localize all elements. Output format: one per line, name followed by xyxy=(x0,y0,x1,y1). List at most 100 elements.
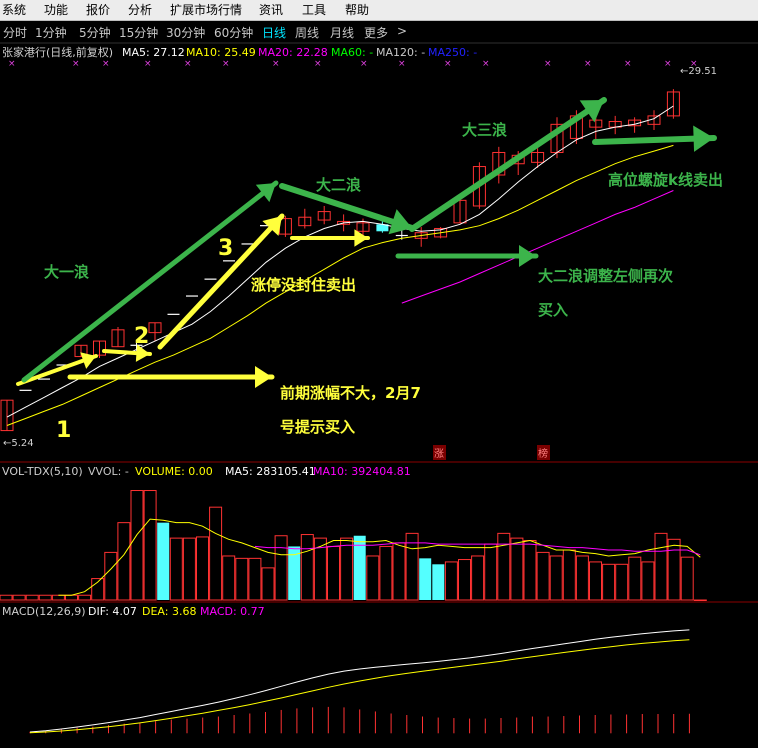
macd-label-2: MACD: 0.77 xyxy=(200,605,265,618)
macd-panel-title: MACD(12,26,9) xyxy=(2,605,86,618)
menu-item-4[interactable]: 扩展市场行情 xyxy=(170,1,242,18)
signal-marker-icon: × xyxy=(8,59,16,69)
period-tab-1[interactable]: 1分钟 xyxy=(35,24,67,41)
menu-item-7[interactable]: 帮助 xyxy=(345,1,369,18)
volume-bar xyxy=(641,561,655,601)
signal-marker-icon: × xyxy=(398,59,406,69)
signal-marker-icon: × xyxy=(272,59,280,69)
volume-bar xyxy=(38,594,52,601)
period-tab-7[interactable]: 周线 xyxy=(295,24,319,41)
volume-bar xyxy=(615,563,629,601)
ma-label-2: MA20: 22.28 xyxy=(258,46,328,59)
volume-bar xyxy=(209,506,223,601)
candle xyxy=(148,322,162,342)
tag-badge-label: 涨 xyxy=(434,448,444,460)
volume-layer xyxy=(0,490,707,601)
period-tab-8[interactable]: 月线 xyxy=(330,24,354,41)
signal-marker-icon: × xyxy=(482,59,490,69)
ma5-line xyxy=(6,105,674,418)
volume-bar xyxy=(589,561,602,601)
volume-bar xyxy=(25,594,39,601)
candle xyxy=(666,89,680,119)
volume-bar xyxy=(680,556,694,601)
period-tab-9[interactable]: 更多 xyxy=(364,24,388,41)
candle xyxy=(111,327,125,348)
menu-item-2[interactable]: 报价 xyxy=(86,1,110,18)
signal-marker-icon: × xyxy=(102,59,110,69)
annotation-texts: 大一浪 大二浪 大三浪涨停没封住卖出前期涨幅不大，2月7 号提示买入 大二浪调整左侧再次… xyxy=(44,121,723,436)
period-tab-2[interactable]: 5分钟 xyxy=(79,24,111,41)
volume-bar xyxy=(169,537,183,601)
volume-bar xyxy=(300,534,314,601)
period-tab-3[interactable]: 15分钟 xyxy=(119,24,158,41)
volume-bar xyxy=(392,542,406,601)
volume-bar xyxy=(51,594,65,601)
stop-note-label: 涨停没封住卖出 xyxy=(251,276,356,294)
wave2-label: 大二浪 xyxy=(316,176,361,194)
green-arrow-wave3 xyxy=(409,97,607,232)
volume-bar xyxy=(602,563,616,601)
early-note-line1: 前期涨幅不大，2月7 xyxy=(280,384,421,402)
wave1-label: 大一浪 xyxy=(44,263,89,281)
volume-bar xyxy=(628,556,642,601)
hand-mark-2: 2 xyxy=(134,324,149,349)
signal-marker-icon: × xyxy=(72,59,80,69)
volume-label-1: VOLUME: 0.00 xyxy=(135,465,213,478)
period-bar: 分时 1分钟 5分钟 15分钟 30分钟 60分钟 日线 周线 月线 更多 > xyxy=(0,21,758,41)
menu-item-3[interactable]: 分析 xyxy=(128,1,152,18)
volume-bar xyxy=(248,557,262,601)
signal-marker-icon: × xyxy=(664,59,672,69)
volume-bar xyxy=(523,540,537,601)
price-low-label: ←5.24 xyxy=(3,438,34,449)
tag-badge: 涨 xyxy=(433,445,446,460)
volume-bar xyxy=(471,555,485,601)
signal-marker-icon: × xyxy=(222,59,230,69)
menu-bar: 系统 功能 报价 分析 扩展市场行情 资讯 工具 帮助 xyxy=(0,0,758,21)
menu-item-1[interactable]: 功能 xyxy=(44,1,68,18)
volume-bar xyxy=(12,594,26,601)
volume-bar xyxy=(0,594,13,601)
ma-label-1: MA10: 25.49 xyxy=(186,46,256,59)
signal-marker-icon: × xyxy=(360,59,368,69)
signal-marker-icon: × xyxy=(444,59,452,69)
macd-layer xyxy=(29,629,690,734)
menu-item-6[interactable]: 工具 xyxy=(302,1,326,18)
period-tab-4[interactable]: 30分钟 xyxy=(166,24,205,41)
price-high-label: ←29.51 xyxy=(680,66,717,77)
signal-markers: × × × × × × × × × × × × × × × × × xyxy=(8,59,698,69)
menu-item-5[interactable]: 资讯 xyxy=(259,1,283,18)
hand-mark-1: 1 xyxy=(56,418,71,443)
tag-badge-label: 榜 xyxy=(538,447,548,460)
volume-bar xyxy=(340,537,354,601)
wave3-label: 大三浪 xyxy=(462,121,507,139)
ma-label-4: MA120: - xyxy=(376,46,425,59)
macd-label-0: DIF: 4.07 xyxy=(88,605,137,618)
candle xyxy=(317,205,331,225)
period-tab-6[interactable]: 日线 xyxy=(262,24,286,41)
signal-marker-icon: × xyxy=(314,59,322,69)
volume-bar xyxy=(235,557,249,601)
volume-bar xyxy=(484,543,498,601)
volume-bar xyxy=(157,522,170,600)
yellow-arrow-early xyxy=(67,366,275,388)
menu-item-0[interactable]: 系统 xyxy=(2,1,26,18)
ma-label-3: MA60: - xyxy=(331,46,373,59)
volume-panel-title: VOL-TDX(5,10) xyxy=(2,465,83,478)
volume-bar xyxy=(274,535,288,601)
volume-bar xyxy=(497,532,511,601)
volume-bar xyxy=(432,564,445,600)
tag-badge: 榜 xyxy=(537,445,550,460)
period-tab-5[interactable]: 60分钟 xyxy=(214,24,253,41)
volume-bar xyxy=(419,558,432,600)
volume-bar xyxy=(458,559,471,601)
volume-bar xyxy=(104,551,118,601)
yellow-arrow-stop xyxy=(290,229,370,247)
volume-bar xyxy=(117,522,131,601)
volume-label-0: VVOL: - xyxy=(88,465,129,478)
volume-bar xyxy=(222,555,236,601)
period-tab-0[interactable]: 分时 xyxy=(3,24,27,41)
volume-bar xyxy=(130,490,144,601)
volume-bar xyxy=(327,545,340,601)
more-chevron-icon[interactable]: > xyxy=(397,24,407,38)
rebuy-note-line2: 买入 xyxy=(538,301,568,319)
